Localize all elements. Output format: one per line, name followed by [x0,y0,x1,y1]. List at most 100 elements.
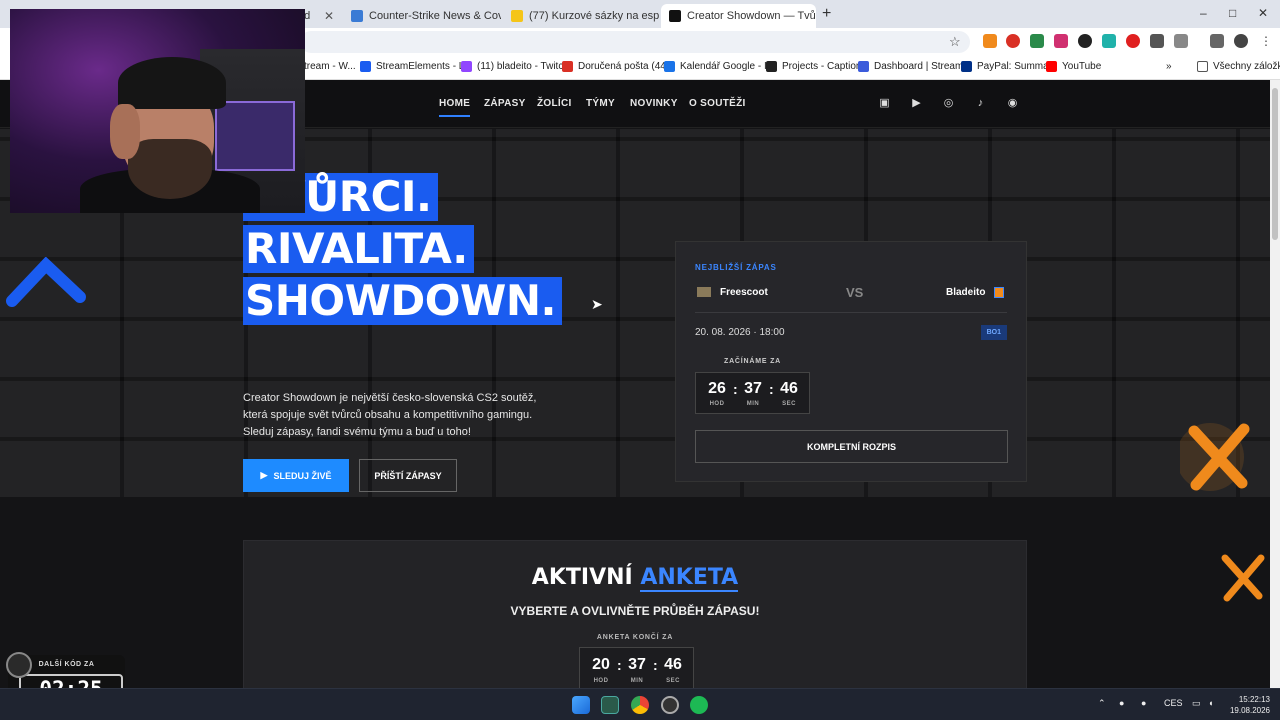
next-matches-button[interactable]: PŘÍŠTÍ ZÁPASY [359,459,457,492]
team-1-name: Freescoot [720,287,768,298]
nav-news[interactable]: NOVINKY [630,98,678,109]
active-poll-section: AKTIVNÍ ANKETA VYBERTE A OVLIVNĚTE PRŮBĚ… [243,540,1027,688]
play-icon: ▶ [260,470,268,480]
avatar[interactable] [1234,34,1248,48]
countdown-minutes: 37 [628,656,646,673]
new-tab-button[interactable]: + [822,5,831,23]
nav-teams[interactable]: TÝMY [586,98,615,109]
browser-tab[interactable]: Counter-Strike News & Covera ✕ [343,4,501,28]
scrollbar-thumb[interactable] [1272,88,1278,240]
xbox-icon[interactable] [601,696,619,714]
tab-label: Creator Showdown — Tvůrci. R [687,10,816,22]
full-schedule-button[interactable]: KOMPLETNÍ ROZPIS [695,430,1008,463]
bookmark-item[interactable]: Projects - Captions [766,61,866,72]
extension-icon[interactable] [1150,34,1164,48]
extension-icon[interactable] [1102,34,1116,48]
countdown-separator: : [769,381,774,397]
nav-home[interactable]: HOME [439,98,471,117]
bookmark-item[interactable]: Dashboard | Stream... [858,61,972,72]
close-window-button[interactable]: ✕ [1258,6,1268,20]
extension-icon[interactable] [983,34,997,48]
countdown-seconds: 46 [780,380,798,397]
clock-time: 15:22:13 [1238,695,1270,704]
bookmark-item[interactable]: Kalendář Google - I... [664,61,775,72]
timer-ring-icon [6,652,32,678]
volume-icon[interactable]: ◖ [1208,698,1213,708]
bookmark-label: Dashboard | Stream... [874,61,972,72]
next-matches-label: PŘÍŠTÍ ZÁPASY [374,470,442,481]
steam-icon[interactable]: ● [1119,698,1124,708]
watch-live-button[interactable]: ▶ SLEDUJ ŽIVĚ [243,459,349,492]
vs-label: VS [846,285,864,300]
bookmark-item[interactable]: PayPal: Summary [961,61,1057,72]
streamer-cap [118,57,226,109]
bookmark-item[interactable]: YouTube [1046,61,1101,72]
spotify-icon[interactable] [690,696,708,714]
system-clock[interactable]: 15:22:13 19.08.2026 [1226,694,1270,716]
close-icon[interactable]: ✕ [318,9,334,23]
extension-icon[interactable] [1030,34,1044,48]
youtube-icon[interactable]: ▶ [910,97,923,110]
unit-label: HOD [593,678,609,684]
watch-live-label: SLEDUJ ŽIVĚ [273,470,332,481]
extension-icon[interactable] [1054,34,1068,48]
countdown-separator: : [653,657,658,673]
nav-about[interactable]: O SOUTĚŽI [689,98,746,109]
windows-start-icon[interactable] [572,696,590,714]
page-scrollbar[interactable] [1270,80,1280,688]
bookmark-item[interactable]: Doručená pošta (44... [562,61,674,72]
bookmark-item[interactable]: (11) bladeito - Twitch [461,61,569,72]
extension-icon[interactable] [1078,34,1092,48]
extension-icon[interactable] [1126,34,1140,48]
countdown-minutes: 37 [744,380,762,397]
hero-line-2: RIVALITA. [243,225,474,273]
bookmarks-overflow-button[interactable]: » [1166,61,1172,72]
download-icon[interactable] [1210,34,1224,48]
bookmark-label: StreamElements - L... [376,61,473,72]
twitch-icon[interactable]: ▣ [878,97,891,110]
obs-icon[interactable] [661,696,679,714]
microphone-icon[interactable]: ● [1141,698,1146,708]
hero-description: Creator Showdown je největší česko-slove… [243,392,537,438]
discord-icon[interactable]: ◉ [1006,97,1019,110]
streamelements-icon [360,61,371,72]
nav-jokers[interactable]: ŽOLÍCI [537,98,572,109]
network-icon[interactable]: ▭ [1192,698,1201,709]
menu-icon[interactable]: ⋮ [1260,34,1272,48]
countdown-label: ZAČÍNÁME ZA [724,358,782,365]
minimize-button[interactable]: – [1200,6,1207,20]
puzzle-icon[interactable] [1174,34,1188,48]
clock-date: 19.08.2026 [1229,706,1270,715]
language-indicator[interactable]: CES [1164,698,1183,708]
gmail-icon [562,61,573,72]
favicon-icon [351,10,363,22]
chrome-icon[interactable] [631,696,649,714]
poll-countdown: 20 : 37 : 46 HOD MIN SEC [579,647,694,688]
bookmark-label: YouTube [1062,61,1102,72]
unit-label: SEC [782,401,796,407]
team-logo-icon [697,287,711,297]
bookmark-item[interactable]: StreamElements - L... [360,61,473,72]
poll-title-b: ANKETA [640,565,739,592]
unit-label: HOD [709,401,725,407]
chevron-up-icon[interactable]: ⌃ [1098,698,1106,709]
tiktok-icon[interactable]: ♪ [974,97,987,110]
browser-tab[interactable]: (77) Kurzové sázky na esporty ✕ [503,4,659,28]
all-bookmarks-button[interactable]: Všechny záložky [1197,61,1280,72]
match-countdown: 26 : 37 : 46 HOD MIN SEC [695,372,810,414]
instagram-icon[interactable]: ◎ [942,97,955,110]
nav-matches[interactable]: ZÁPASY [484,98,526,109]
team-logo-icon [994,287,1004,298]
browser-tab-active[interactable]: Creator Showdown — Tvůrci. R ✕ [661,4,816,28]
bookmark-label: Kalendář Google - I... [680,61,776,72]
bookmark-label: tream - W... [304,61,356,72]
url-input[interactable] [300,31,970,53]
divider [695,312,1007,313]
bookmark-item[interactable]: tream - W... [304,61,356,72]
maximize-button[interactable]: □ [1229,6,1236,20]
webcam-overlay [10,9,305,213]
star-icon[interactable]: ☆ [949,34,961,50]
extension-icon[interactable] [1006,34,1020,48]
unit-label: SEC [666,678,680,684]
full-schedule-label: KOMPLETNÍ ROZPIS [806,441,896,452]
